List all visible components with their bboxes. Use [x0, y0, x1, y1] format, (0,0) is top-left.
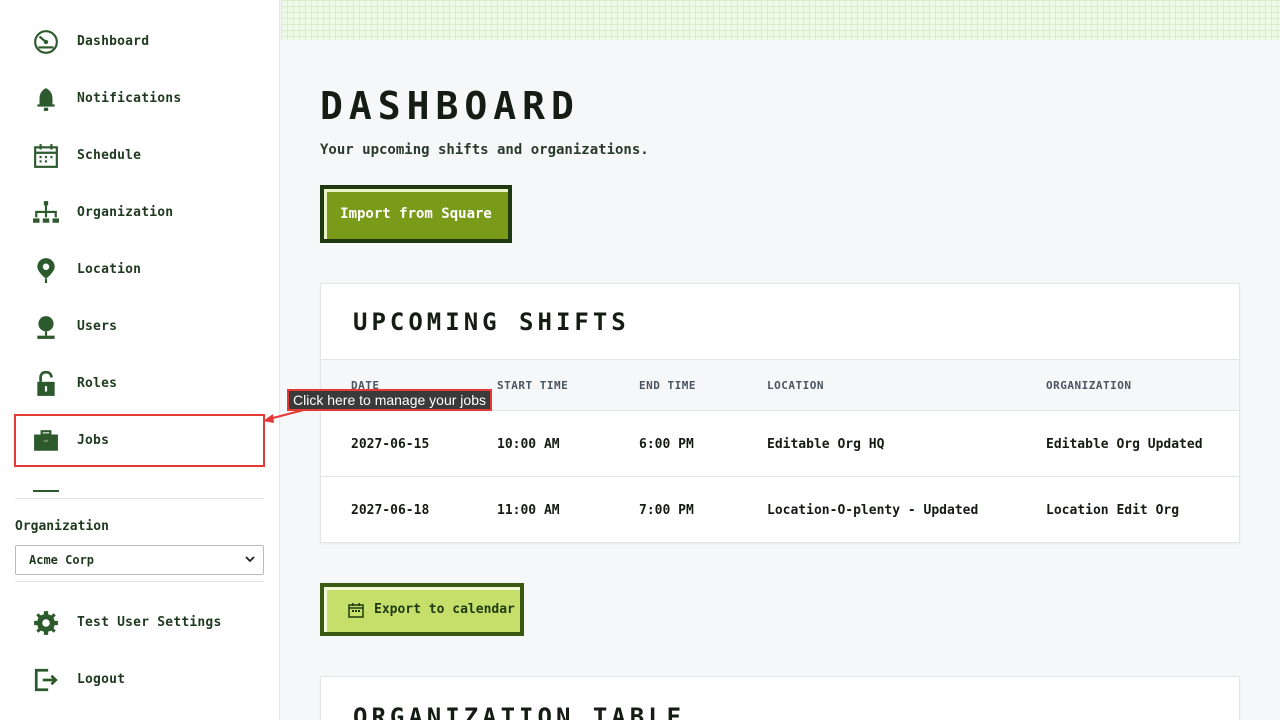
- page-subtitle: Your upcoming shifts and organizations.: [320, 142, 649, 158]
- sidebar-item-label: Notifications: [77, 91, 182, 106]
- sidebar-item-location[interactable]: Location: [0, 241, 280, 298]
- column-header-location: LOCATION: [767, 379, 824, 392]
- sidebar-item-label: Test User Settings: [77, 615, 222, 630]
- org-chart-icon: [33, 200, 59, 226]
- organization-select[interactable]: Acme Corp: [15, 545, 264, 575]
- sidebar-item-test-user-settings[interactable]: Test User Settings: [0, 594, 280, 651]
- tooltip: Click here to manage your jobs: [287, 389, 492, 411]
- sidebar-item-users[interactable]: Users: [0, 298, 280, 355]
- sidebar-item-notifications[interactable]: Notifications: [0, 70, 280, 127]
- sidebar-item-label: Users: [77, 319, 118, 334]
- sidebar-item-label: Location: [77, 262, 142, 277]
- divider: [15, 498, 264, 499]
- table-row[interactable]: 2027-06-15 10:00 AM 6:00 PM Editable Org…: [321, 411, 1239, 477]
- chevron-down-icon: [245, 556, 255, 563]
- header-grid-pattern: [281, 0, 1280, 40]
- cell-start-time: 11:00 AM: [497, 503, 560, 518]
- sidebar-item-label: Schedule: [77, 148, 142, 163]
- table-row[interactable]: 2027-06-18 11:00 AM 7:00 PM Location-O-p…: [321, 477, 1239, 543]
- cell-end-time: 7:00 PM: [639, 503, 694, 518]
- divider: [15, 581, 264, 582]
- bell-icon: [33, 86, 59, 112]
- dashboard-icon: [33, 29, 59, 55]
- calendar-icon: [33, 143, 59, 169]
- cell-location: Location-O-plenty - Updated: [767, 503, 979, 518]
- upcoming-shifts-card: UPCOMING SHIFTS DATE START TIME END TIME…: [320, 283, 1240, 543]
- jobs-highlight-box: [14, 414, 265, 467]
- column-header-start-time: START TIME: [497, 379, 569, 392]
- upcoming-shifts-title: UPCOMING SHIFTS: [353, 308, 630, 336]
- sidebar-item-partial: [33, 490, 59, 494]
- lock-icon: [33, 370, 59, 397]
- cell-organization: Editable Org Updated: [1046, 437, 1203, 452]
- cell-date: 2027-06-18: [351, 503, 430, 518]
- organization-table-title: ORGANIZATION TABLE: [353, 703, 686, 720]
- user-icon: [33, 314, 59, 340]
- gear-icon: [33, 610, 59, 636]
- organization-label: Organization: [15, 519, 109, 534]
- sidebar-item-dashboard[interactable]: Dashboard: [0, 13, 280, 70]
- organization-select-value: Acme Corp: [29, 553, 95, 567]
- export-to-calendar-button[interactable]: Export to calendar: [320, 583, 524, 636]
- cell-location: Editable Org HQ: [767, 437, 885, 452]
- cell-start-time: 10:00 AM: [497, 437, 560, 452]
- sidebar-item-organization[interactable]: Organization: [0, 184, 280, 241]
- import-from-square-button[interactable]: Import from Square: [320, 185, 512, 243]
- sidebar-item-label: Organization: [77, 205, 174, 220]
- sidebar-item-label: Logout: [77, 672, 126, 687]
- column-header-organization: ORGANIZATION: [1046, 379, 1132, 392]
- sidebar-item-roles[interactable]: Roles: [0, 355, 280, 412]
- map-pin-icon: [33, 257, 59, 283]
- cell-date: 2027-06-15: [351, 437, 430, 452]
- cell-organization: Location Edit Org: [1046, 503, 1180, 518]
- cell-end-time: 6:00 PM: [639, 437, 694, 452]
- sidebar-item-label: Dashboard: [77, 34, 150, 49]
- organization-table-card: ORGANIZATION TABLE: [320, 676, 1240, 720]
- sidebar-item-label: Roles: [77, 376, 118, 391]
- sidebar-item-logout[interactable]: Logout: [0, 651, 280, 708]
- export-to-calendar-label: Export to calendar: [374, 602, 515, 617]
- calendar-icon: [348, 602, 364, 618]
- page-title: DASHBOARD: [320, 84, 580, 128]
- logout-icon: [33, 667, 59, 693]
- sidebar: Dashboard Notifications Schedule Organiz…: [0, 0, 280, 720]
- column-header-end-time: END TIME: [639, 379, 696, 392]
- sidebar-item-schedule[interactable]: Schedule: [0, 127, 280, 184]
